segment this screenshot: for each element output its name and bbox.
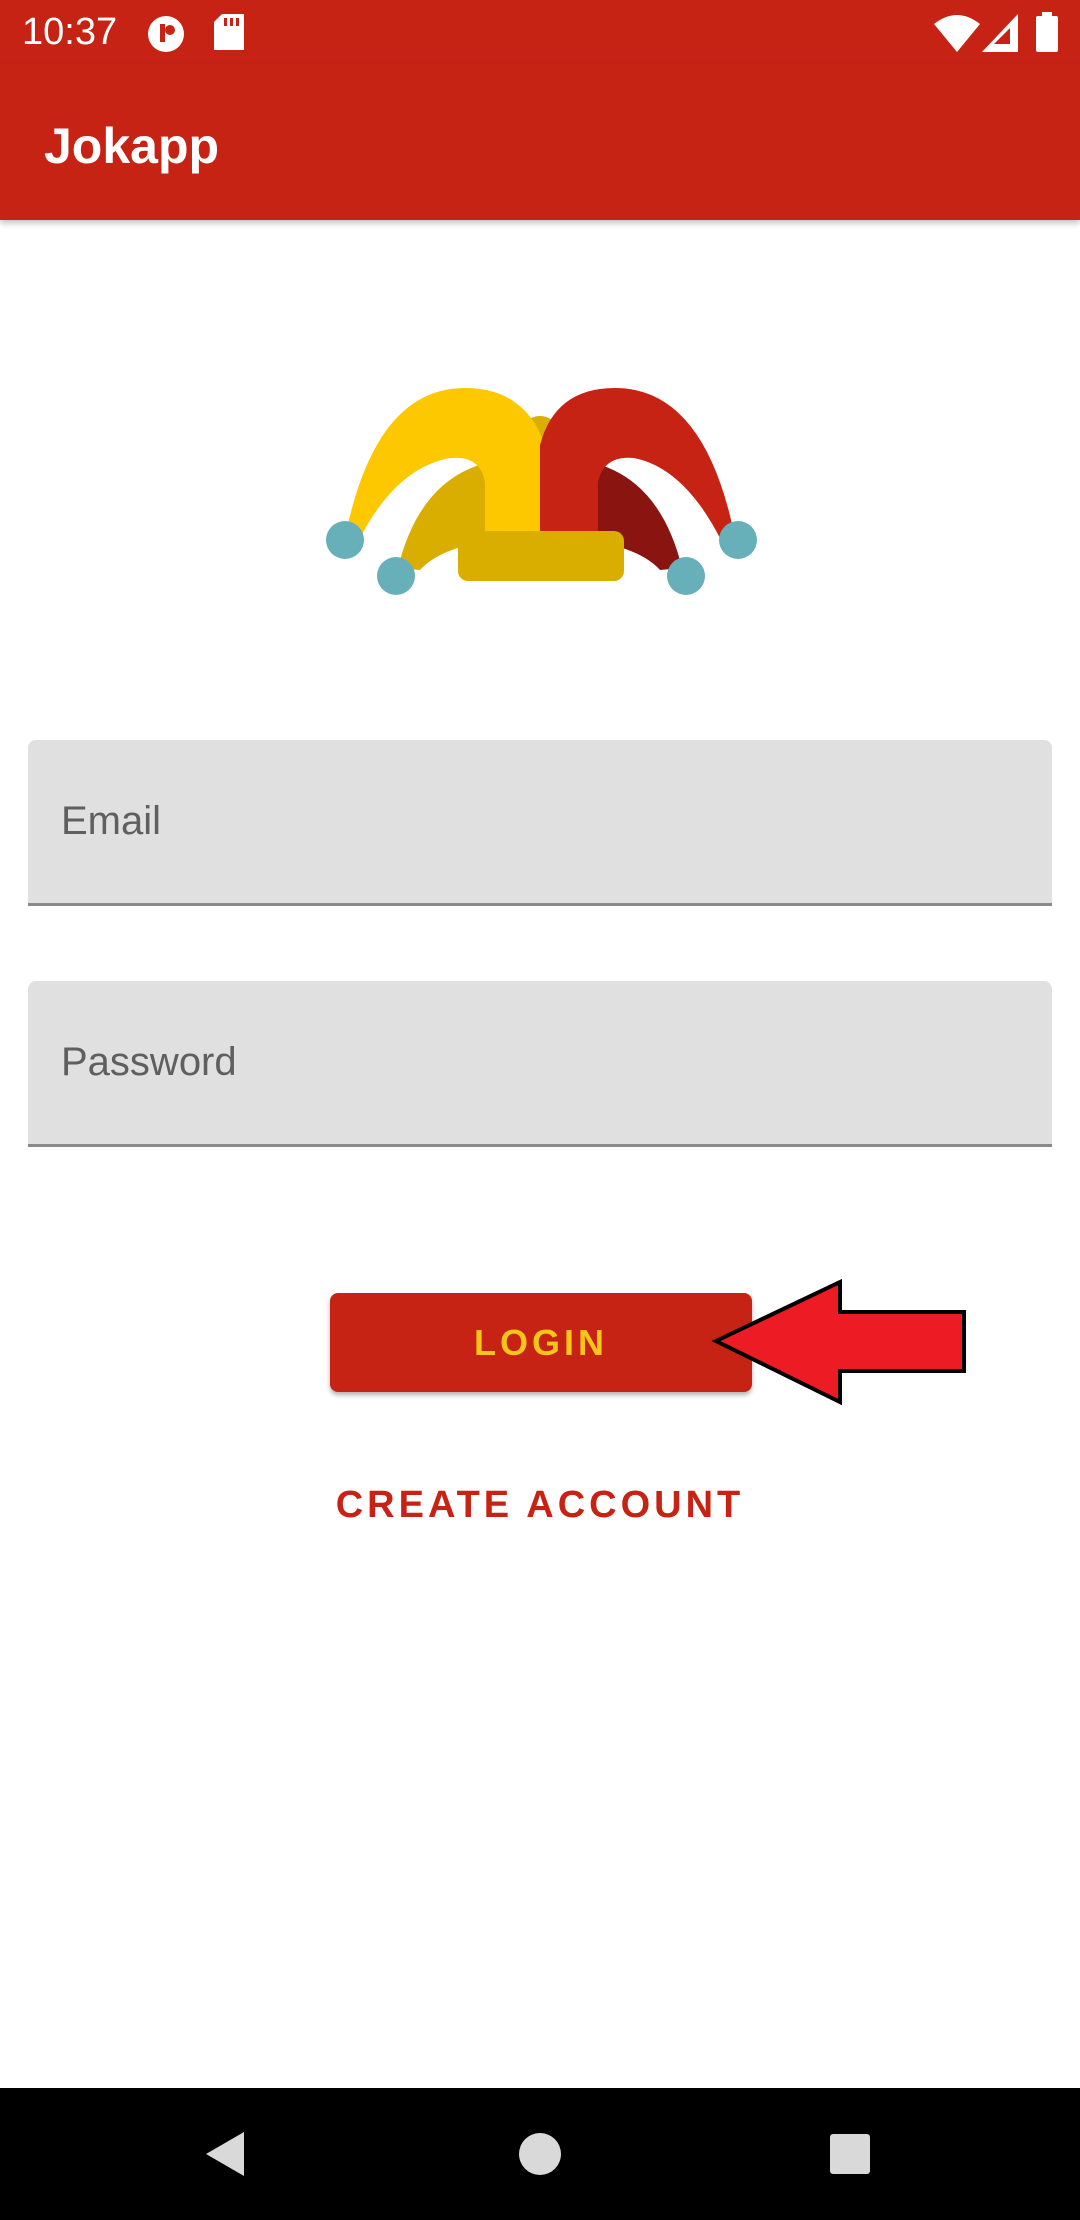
email-field[interactable] — [28, 740, 1052, 906]
annotation-arrow-icon — [711, 1278, 966, 1406]
email-input[interactable] — [28, 740, 1052, 903]
notification-app-icon — [148, 16, 184, 52]
sd-card-icon — [214, 14, 244, 50]
status-bar: 10:37 — [0, 0, 1080, 64]
app-bar: Jokapp — [0, 64, 1080, 220]
battery-icon — [1036, 12, 1058, 52]
recents-icon[interactable] — [820, 2124, 880, 2184]
password-field[interactable] — [28, 981, 1052, 1147]
password-input[interactable] — [28, 981, 1052, 1144]
cell-signal-icon — [982, 14, 1018, 52]
create-account-button[interactable]: CREATE ACCOUNT — [300, 1460, 780, 1550]
status-time: 10:37 — [22, 11, 118, 53]
login-button[interactable]: LOGIN — [330, 1293, 752, 1392]
app-title: Jokapp — [44, 118, 220, 174]
navigation-bar — [0, 2088, 1080, 2220]
back-icon[interactable] — [196, 2124, 256, 2184]
jester-hat-logo — [326, 388, 757, 595]
home-icon[interactable] — [510, 2124, 570, 2184]
wifi-icon — [934, 15, 980, 52]
